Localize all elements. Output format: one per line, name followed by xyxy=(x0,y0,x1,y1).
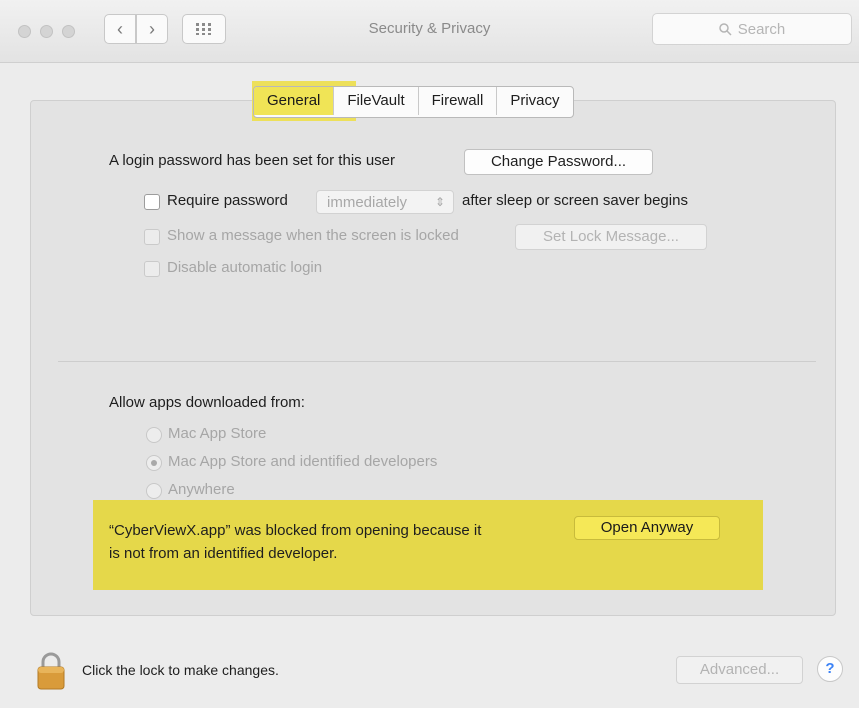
require-password-label: Require password xyxy=(167,192,288,209)
tab-bar: General FileVault Firewall Privacy xyxy=(253,86,574,118)
search-field[interactable]: Search xyxy=(652,13,852,45)
tab-privacy[interactable]: Privacy xyxy=(497,87,572,115)
after-sleep-text: after sleep or screen saver begins xyxy=(462,192,688,209)
radio-mac-app-store[interactable] xyxy=(146,427,162,443)
require-password-checkbox[interactable] xyxy=(144,194,160,210)
set-lock-message-button[interactable]: Set Lock Message... xyxy=(515,224,707,250)
radio-identified-developers-label: Mac App Store and identified developers xyxy=(168,453,438,470)
show-message-checkbox[interactable] xyxy=(144,229,160,245)
change-password-button[interactable]: Change Password... xyxy=(464,149,653,175)
lock-instruction-text: Click the lock to make changes. xyxy=(82,662,279,678)
section-divider xyxy=(58,361,816,362)
tab-filevault[interactable]: FileVault xyxy=(334,87,419,115)
require-password-delay-value: immediately xyxy=(327,193,408,211)
search-placeholder: Search xyxy=(737,20,786,38)
advanced-button[interactable]: Advanced... xyxy=(676,656,803,684)
radio-identified-developers[interactable] xyxy=(146,455,162,471)
tab-firewall[interactable]: Firewall xyxy=(419,87,498,115)
lock-icon[interactable] xyxy=(36,651,66,691)
tab-general[interactable]: General xyxy=(254,87,335,115)
updown-chevron-icon: ⇕ xyxy=(434,195,445,209)
open-anyway-button[interactable]: Open Anyway xyxy=(574,516,720,540)
blocked-message-line2: is not from an identified developer. xyxy=(109,545,338,562)
show-message-label: Show a message when the screen is locked xyxy=(167,227,459,244)
search-icon xyxy=(718,22,732,36)
blocked-message-line1: “CyberViewX.app” was blocked from openin… xyxy=(109,522,482,539)
radio-anywhere-label: Anywhere xyxy=(168,481,235,498)
radio-anywhere[interactable] xyxy=(146,483,162,499)
help-button[interactable]: ? xyxy=(817,656,843,682)
require-password-delay-select[interactable]: immediately ⇕ xyxy=(316,190,454,214)
disable-auto-login-checkbox[interactable] xyxy=(144,261,160,277)
login-password-text: A login password has been set for this u… xyxy=(109,152,395,169)
radio-mac-app-store-label: Mac App Store xyxy=(168,425,267,442)
disable-auto-login-label: Disable automatic login xyxy=(167,259,323,276)
window-titlebar: ‹ › Security & Privacy Search xyxy=(0,0,859,63)
allow-apps-heading: Allow apps downloaded from: xyxy=(109,394,305,411)
